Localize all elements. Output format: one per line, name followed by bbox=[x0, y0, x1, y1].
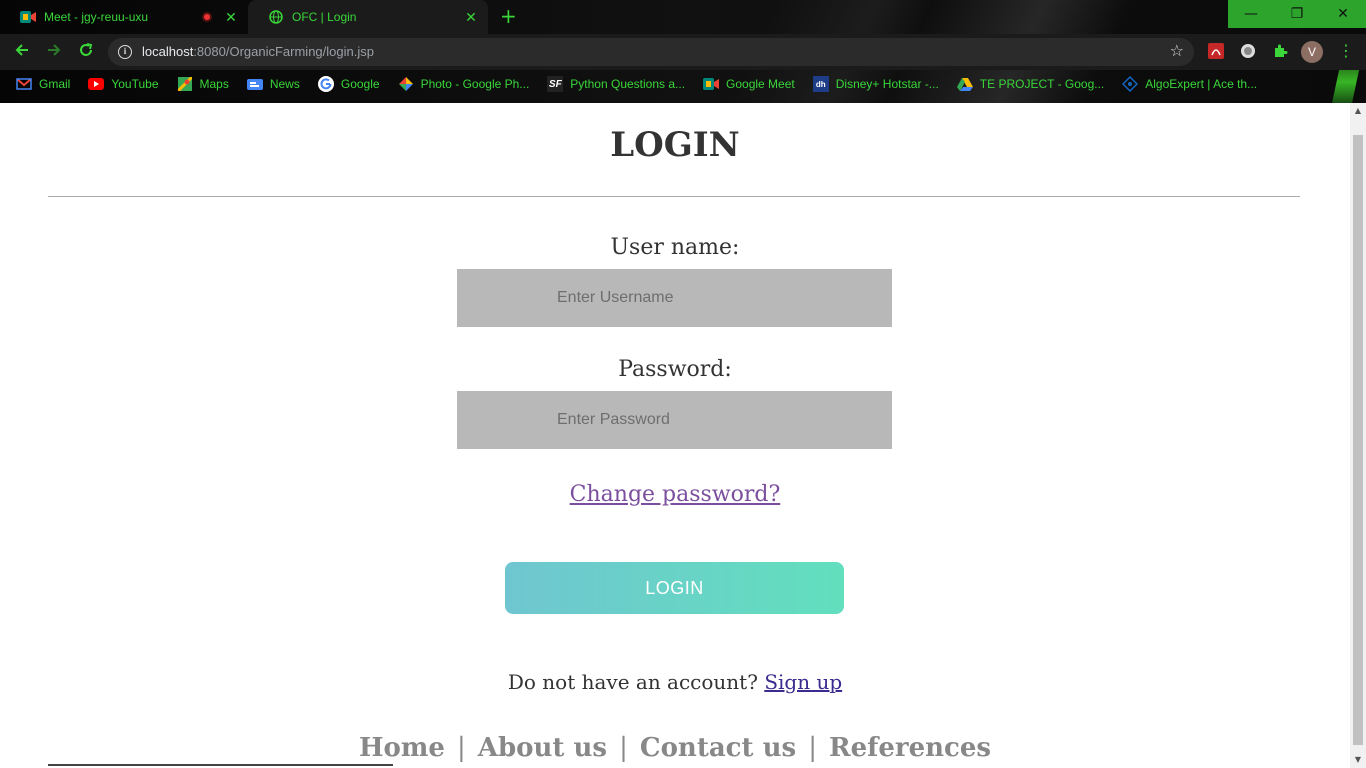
drive-icon bbox=[956, 76, 973, 92]
extensions-puzzle-icon[interactable] bbox=[1271, 42, 1289, 60]
bookmark-label: Google bbox=[340, 77, 380, 91]
signup-link[interactable]: Sign up bbox=[764, 670, 842, 694]
browser-menu-icon[interactable]: ⋮ bbox=[1338, 42, 1354, 60]
bookmark-algoexpert[interactable]: AlgoExpert | Ace th... bbox=[1122, 76, 1257, 92]
title-divider bbox=[48, 196, 1300, 197]
back-arrow-icon bbox=[15, 44, 28, 56]
back-button[interactable] bbox=[12, 42, 32, 62]
forward-button[interactable] bbox=[44, 42, 64, 62]
news-icon bbox=[246, 76, 263, 92]
browser-toolbar: i localhost:8080/OrganicFarming/login.js… bbox=[0, 34, 1366, 70]
recording-indicator-icon bbox=[202, 12, 212, 22]
reload-icon bbox=[80, 43, 93, 56]
tab-strip: Meet - jgy-reuu-uxu ✕ OFC | Login ✕ + bbox=[0, 0, 1366, 34]
url-host: localhost bbox=[142, 44, 194, 59]
algoexpert-icon bbox=[1122, 76, 1139, 92]
page-scrollbar[interactable]: ▲ ▼ bbox=[1350, 103, 1366, 768]
change-password-link[interactable]: Change password? bbox=[570, 482, 781, 507]
footer-home-link[interactable]: Home bbox=[359, 733, 445, 763]
footer-separator: | bbox=[619, 733, 628, 763]
bookmark-photos[interactable]: Photo - Google Ph... bbox=[398, 76, 530, 92]
address-bar[interactable]: i localhost:8080/OrganicFarming/login.js… bbox=[108, 38, 1194, 66]
footer-references-link[interactable]: References bbox=[829, 733, 991, 763]
username-input[interactable] bbox=[457, 269, 892, 327]
globe-icon bbox=[268, 9, 284, 25]
tab-title: Meet - jgy-reuu-uxu bbox=[44, 10, 149, 24]
bookmark-maps[interactable]: Maps bbox=[177, 76, 229, 92]
bookmark-google-meet[interactable]: Google Meet bbox=[703, 76, 795, 92]
bookmark-hotstar[interactable]: dh Disney+ Hotstar -... bbox=[812, 76, 939, 92]
page-title: LOGIN bbox=[610, 125, 740, 165]
forward-arrow-icon bbox=[48, 44, 61, 56]
signup-prompt: Do not have an account? bbox=[507, 670, 758, 694]
bookmark-youtube[interactable]: YouTube bbox=[88, 76, 159, 92]
login-button[interactable]: LOGIN bbox=[505, 562, 844, 614]
site-info-icon[interactable]: i bbox=[118, 45, 132, 59]
restore-button[interactable]: ❐ bbox=[1274, 0, 1320, 28]
bookmark-label: AlgoExpert | Ace th... bbox=[1145, 77, 1258, 91]
new-tab-button[interactable]: + bbox=[500, 6, 517, 26]
bookmark-label: TE PROJECT - Goog... bbox=[979, 77, 1105, 91]
footer-about-link[interactable]: About us bbox=[478, 733, 607, 763]
bookmark-label: News bbox=[269, 77, 300, 91]
youtube-icon bbox=[88, 76, 105, 92]
username-label: User name: bbox=[610, 235, 740, 260]
footer-underline bbox=[48, 764, 393, 766]
bookmark-google[interactable]: Google bbox=[317, 76, 380, 92]
bookmark-label: Maps bbox=[199, 77, 229, 91]
bookmark-label: Google Meet bbox=[726, 77, 795, 91]
scroll-up-arrow-icon[interactable]: ▲ bbox=[1350, 103, 1366, 119]
password-label: Password: bbox=[618, 357, 732, 382]
bookmark-python-questions[interactable]: SF Python Questions a... bbox=[547, 76, 685, 92]
bookmark-label: Python Questions a... bbox=[570, 77, 686, 91]
footer-separator: | bbox=[456, 733, 466, 763]
google-icon bbox=[317, 76, 334, 92]
tab-title: OFC | Login bbox=[292, 10, 357, 24]
password-input[interactable] bbox=[457, 391, 892, 449]
pdf-extension-icon[interactable] bbox=[1207, 42, 1225, 60]
bookmark-label: YouTube bbox=[111, 77, 159, 91]
signup-row: Do not have an account? Sign up bbox=[0, 670, 1350, 694]
bookmarks-bar: Gmail YouTube Maps News Google Photo - G… bbox=[0, 70, 1366, 98]
login-page: LOGIN User name: Password: Change passwo… bbox=[0, 103, 1350, 768]
minimize-button[interactable]: — bbox=[1228, 0, 1274, 28]
tab-close-icon[interactable]: ✕ bbox=[464, 9, 478, 26]
bookmark-news[interactable]: News bbox=[246, 76, 300, 92]
footer-contact-link[interactable]: Contact us bbox=[640, 733, 796, 763]
browser-chrome: Meet - jgy-reuu-uxu ✕ OFC | Login ✕ + — … bbox=[0, 0, 1366, 103]
tab-close-icon[interactable]: ✕ bbox=[224, 9, 238, 26]
password-field-box bbox=[457, 391, 892, 449]
gmail-icon bbox=[16, 76, 32, 92]
close-window-button[interactable]: ✕ bbox=[1320, 0, 1366, 28]
scroll-down-arrow-icon[interactable]: ▼ bbox=[1350, 752, 1366, 768]
change-password-row: Change password? bbox=[0, 482, 1350, 507]
url-text[interactable]: localhost:8080/OrganicFarming/login.jsp bbox=[142, 44, 374, 59]
footer-separator: | bbox=[808, 733, 817, 763]
circle-extension-icon[interactable] bbox=[1239, 42, 1257, 60]
profile-avatar[interactable]: V bbox=[1301, 41, 1323, 63]
bookmark-label: Photo - Google Ph... bbox=[420, 77, 530, 91]
bookmark-star-icon[interactable]: ☆ bbox=[1170, 41, 1184, 60]
username-field-box bbox=[457, 269, 892, 327]
reload-button[interactable] bbox=[76, 42, 96, 62]
sf-icon: SF bbox=[547, 76, 564, 92]
meet-icon bbox=[20, 9, 36, 25]
maps-icon bbox=[177, 76, 193, 92]
bookmark-te-project[interactable]: TE PROJECT - Goog... bbox=[956, 76, 1105, 92]
footer-nav: Home | About us | Contact us | Reference… bbox=[0, 733, 1350, 763]
tab-meet[interactable]: Meet - jgy-reuu-uxu ✕ bbox=[0, 0, 248, 34]
tab-login[interactable]: OFC | Login ✕ bbox=[248, 0, 488, 34]
bookmark-gmail[interactable]: Gmail bbox=[16, 76, 70, 92]
url-path: :8080/OrganicFarming/login.jsp bbox=[193, 44, 374, 59]
photos-icon bbox=[398, 76, 414, 92]
scrollbar-thumb[interactable] bbox=[1353, 135, 1363, 745]
meet-icon bbox=[703, 76, 720, 92]
bookmark-label: Gmail bbox=[39, 77, 71, 91]
bookmark-label: Disney+ Hotstar -... bbox=[835, 77, 939, 91]
hotstar-icon: dh bbox=[812, 76, 829, 92]
